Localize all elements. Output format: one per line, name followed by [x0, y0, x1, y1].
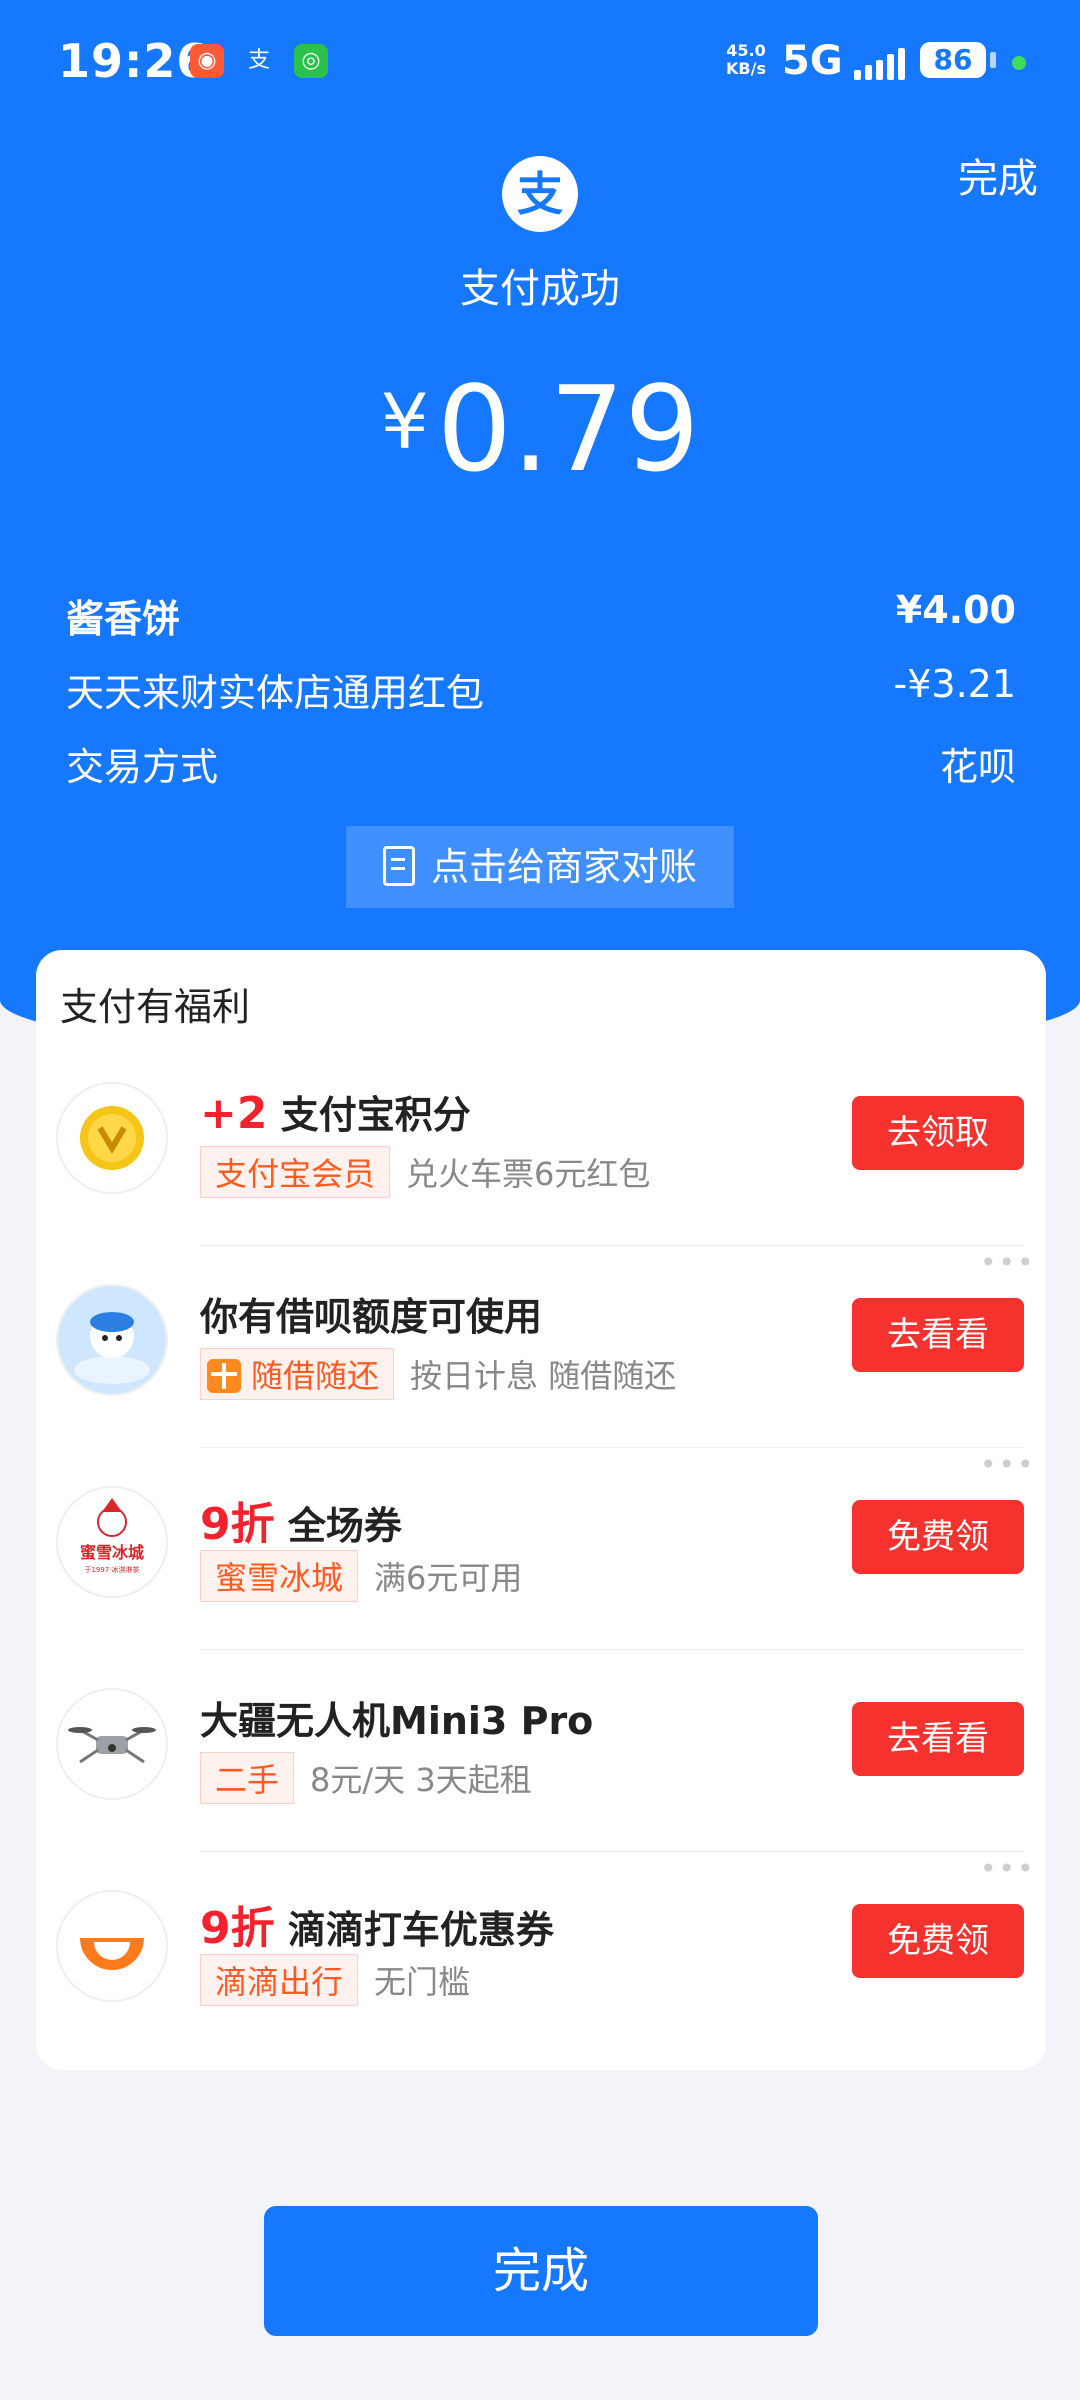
view-drone-button[interactable]: 去看看 [852, 1702, 1024, 1776]
benefit-title: 支付宝积分 [280, 1093, 471, 1137]
benefit-highlight: 9折 [200, 1499, 275, 1550]
wechat-notification-icon: ◎ [294, 44, 328, 78]
benefit-desc: 按日计息 随借随还 [410, 1357, 677, 1395]
benefit-desc: 8元/天 3天起租 [310, 1761, 532, 1799]
benefit-tag: 二手 [200, 1752, 295, 1804]
more-options-icon[interactable]: ••• [980, 1246, 1036, 1279]
member-points-icon [58, 1084, 166, 1192]
benefits-title: 支付有福利 [60, 985, 251, 1029]
jiebei-mascot-icon [58, 1286, 166, 1394]
more-options-icon[interactable]: ••• [980, 1448, 1036, 1481]
benefit-item-points[interactable]: +2 支付宝积分 支付宝会员 兑火车票6元红包 去领取 [36, 1044, 1046, 1246]
mixue-logo-text: 蜜雪冰城 [80, 1543, 144, 1562]
reconcile-button[interactable]: 点击给商家对账 [346, 826, 734, 908]
benefit-tag: 支付宝会员 [200, 1146, 391, 1198]
payment-amount: ¥0.79 [0, 360, 1080, 498]
status-time: 19:26 [58, 34, 210, 88]
amount-value: 0.79 [436, 360, 700, 498]
benefit-item-mixue[interactable]: ••• 蜜雪冰城 于1997·冰淇淋茶 9折 全场券 蜜雪冰城 满6元可用 免费领 [36, 1448, 1046, 1650]
benefit-item-jiebei[interactable]: ••• 你有借呗额度可使用 随借随还 按日计息 随借随还 去看看 [36, 1246, 1046, 1448]
benefit-tag: 蜜雪冰城 [200, 1550, 359, 1602]
gift-icon [207, 1359, 241, 1393]
done-button[interactable]: 完成 [264, 2206, 818, 2336]
currency-symbol: ¥ [380, 377, 429, 466]
document-icon [382, 846, 415, 886]
net-speed: 45.0 KB/s [726, 41, 766, 78]
alipay-logo-icon: 支 [502, 156, 578, 232]
claim-points-button[interactable]: 去领取 [852, 1096, 1024, 1170]
benefit-title: 滴滴打车优惠券 [287, 1908, 554, 1952]
signal-icon [854, 46, 914, 80]
benefit-desc: 兑火车票6元红包 [406, 1155, 651, 1193]
benefits-card: 支付有福利 +2 支付宝积分 支付宝会员 兑火车票6元红包 去领取 ••• 你有借… [36, 950, 1046, 2070]
benefit-desc: 满6元可用 [374, 1559, 523, 1597]
benefit-tag: 随借随还 [200, 1348, 395, 1400]
battery-icon: 86 [920, 42, 986, 78]
network-type: 5G [782, 38, 843, 84]
benefit-item-dji[interactable]: 大疆无人机Mini3 Pro 二手 8元/天 3天起租 去看看 [36, 1650, 1046, 1852]
reconcile-label: 点击给商家对账 [430, 845, 697, 889]
top-done-button[interactable]: 完成 [958, 146, 1038, 204]
mixue-logo-subtext: 于1997·冰淇淋茶 [84, 1565, 139, 1574]
app-notification-icon: ◉ [190, 44, 224, 78]
benefit-highlight: +2 [200, 1088, 268, 1139]
battery-tip [990, 52, 996, 68]
didi-logo [58, 1892, 166, 2000]
benefit-title: 全场券 [287, 1504, 402, 1548]
drone-image [58, 1690, 166, 1798]
alipay-notification-icon: 支 [247, 48, 270, 73]
mixue-logo: 蜜雪冰城 于1997·冰淇淋茶 [58, 1488, 166, 1596]
view-jiebei-button[interactable]: 去看看 [852, 1298, 1024, 1372]
claim-didi-coupon-button[interactable]: 免费领 [852, 1904, 1024, 1978]
payment-status: 支付成功 [460, 266, 620, 312]
status-bar: 19:26 ◉ 支 ◎ 45.0 KB/s 5G 86 [0, 0, 1080, 120]
privacy-indicator-dot [1012, 56, 1026, 70]
more-options-icon[interactable]: ••• [980, 1852, 1036, 1885]
benefit-desc: 无门槛 [374, 1963, 471, 2001]
claim-mixue-coupon-button[interactable]: 免费领 [852, 1500, 1024, 1574]
benefit-title: 大疆无人机Mini3 Pro [200, 1699, 594, 1743]
benefit-title: 你有借呗额度可使用 [200, 1295, 543, 1339]
benefit-highlight: 9折 [200, 1903, 275, 1954]
benefit-item-didi[interactable]: ••• 9折 滴滴打车优惠券 滴滴出行 无门槛 免费领 [36, 1852, 1046, 2054]
benefit-tag: 滴滴出行 [200, 1954, 359, 2006]
